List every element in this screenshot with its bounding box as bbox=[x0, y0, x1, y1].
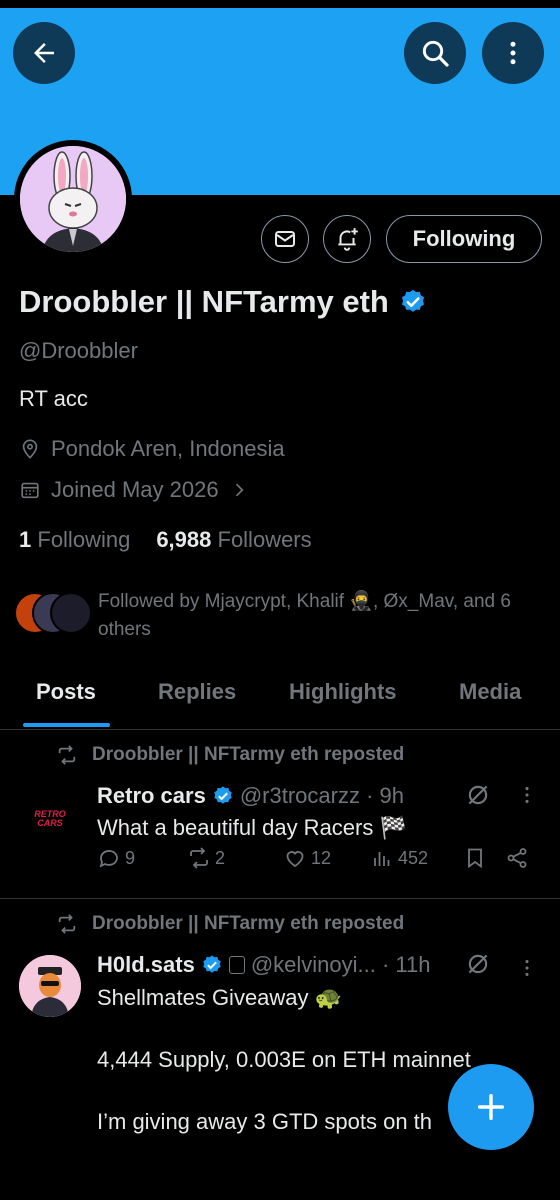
back-button[interactable] bbox=[13, 22, 75, 84]
profile-tabs: Posts Replies Highlights Media bbox=[0, 665, 560, 730]
active-tab-indicator bbox=[23, 723, 110, 727]
profile-avatar[interactable] bbox=[14, 140, 132, 258]
verified-badge-icon bbox=[212, 785, 234, 807]
post-item[interactable]: Droobbler || NFTarmy eth reposted RETRO … bbox=[0, 730, 560, 898]
chevron-right-icon bbox=[235, 483, 244, 497]
bookmark-icon[interactable] bbox=[463, 846, 487, 870]
location-text: Pondok Aren, Indonesia bbox=[51, 436, 285, 461]
more-vertical-icon[interactable] bbox=[516, 784, 538, 806]
repost-icon bbox=[58, 745, 76, 765]
location-pin-icon bbox=[22, 439, 38, 459]
more-vertical-icon bbox=[510, 41, 516, 65]
more-vertical-icon[interactable] bbox=[516, 957, 538, 979]
followers-label: Followers bbox=[217, 527, 312, 552]
views-icon bbox=[374, 852, 390, 866]
profile-name: Droobbler || NFTarmy eth bbox=[19, 284, 389, 319]
followers-count: 6,988 bbox=[156, 527, 212, 552]
status-bar bbox=[0, 0, 560, 8]
like-action[interactable]: 12 bbox=[283, 846, 331, 870]
followed-by-text: Followed by Mjaycrypt, Khalif 🥷, Øx_Mav,… bbox=[98, 591, 511, 640]
retro-cars-logo: RETRO CARS bbox=[34, 809, 66, 828]
repost-action[interactable]: 2 bbox=[187, 846, 225, 870]
reply-icon bbox=[99, 850, 118, 868]
views-count: 452 bbox=[398, 847, 429, 868]
following-button[interactable]: Following bbox=[386, 215, 542, 263]
mail-icon bbox=[275, 231, 295, 247]
post-text-line: Shellmates Giveaway 🐢 bbox=[97, 985, 343, 1010]
followed-by-avatars bbox=[14, 588, 92, 634]
reply-count: 9 bbox=[125, 847, 136, 868]
followers-stat[interactable]: 6,988 Followers bbox=[156, 527, 311, 553]
views-action[interactable]: 452 bbox=[370, 846, 428, 870]
post-author-name[interactable]: Retro cars bbox=[97, 783, 206, 809]
following-stat[interactable]: 1 Following bbox=[19, 527, 130, 553]
tab-highlights[interactable]: Highlights bbox=[289, 679, 397, 705]
search-icon bbox=[422, 40, 449, 67]
bell-plus-icon bbox=[338, 228, 358, 251]
repost-indicator: Droobbler || NFTarmy eth reposted bbox=[56, 913, 404, 935]
heart-icon bbox=[286, 851, 304, 868]
more-button[interactable] bbox=[482, 22, 544, 84]
tab-posts[interactable]: Posts bbox=[36, 679, 96, 705]
post-handle-time: @kelvinoyi... · 11h bbox=[250, 952, 431, 977]
repost-icon bbox=[58, 914, 76, 934]
post-text-line: I’m giving away 3 GTD spots on th bbox=[97, 1109, 433, 1134]
notifications-button[interactable] bbox=[323, 215, 371, 263]
grok-icon[interactable] bbox=[465, 951, 491, 977]
repost-text: Droobbler || NFTarmy eth reposted bbox=[92, 913, 405, 934]
repost-indicator: Droobbler || NFTarmy eth reposted bbox=[56, 744, 404, 766]
plus-icon bbox=[477, 1093, 505, 1121]
following-count: 1 bbox=[19, 527, 32, 552]
following-label: Following bbox=[37, 527, 131, 552]
message-button[interactable] bbox=[261, 215, 309, 263]
followed-by[interactable]: Followed by Mjaycrypt, Khalif 🥷, Øx_Mav,… bbox=[14, 588, 548, 644]
post-text-line: 4,444 Supply, 0.003E on ETH mainnet bbox=[97, 1047, 471, 1072]
repost-icon bbox=[190, 847, 208, 869]
verified-badge-icon bbox=[201, 954, 223, 976]
post-item[interactable]: Droobbler || NFTarmy eth reposted H0ld.s… bbox=[0, 899, 560, 1200]
avatar bbox=[20, 146, 126, 252]
profile-location: Pondok Aren, Indonesia bbox=[19, 436, 285, 462]
repost-text: Droobbler || NFTarmy eth reposted bbox=[92, 744, 405, 765]
post-header: H0ld.sats @kelvinoyi... · 11h bbox=[97, 952, 431, 978]
profile-joined[interactable]: Joined May 2026 bbox=[19, 477, 249, 503]
post-author-name[interactable]: H0ld.sats bbox=[97, 952, 195, 978]
joined-text: Joined May 2026 bbox=[51, 477, 219, 502]
post-text: What a beautiful day Racers 🏁 bbox=[97, 815, 407, 840]
share-icon[interactable] bbox=[505, 846, 529, 870]
post-author-avatar[interactable]: RETRO CARS bbox=[19, 788, 81, 850]
profile-name-row: Droobbler || NFTarmy eth bbox=[19, 284, 427, 320]
search-button[interactable] bbox=[404, 22, 466, 84]
grok-icon[interactable] bbox=[465, 782, 491, 808]
profile-handle: @Droobbler bbox=[19, 338, 138, 363]
post-handle-time: @r3trocarzz · 9h bbox=[239, 783, 404, 808]
like-count: 12 bbox=[311, 847, 332, 868]
tab-replies[interactable]: Replies bbox=[158, 679, 236, 705]
post-author-avatar[interactable] bbox=[19, 955, 81, 1017]
arrow-left-icon bbox=[34, 43, 54, 63]
reply-action[interactable]: 9 bbox=[97, 846, 135, 870]
compose-button[interactable] bbox=[448, 1064, 534, 1150]
post-header: Retro cars @r3trocarzz · 9h bbox=[97, 783, 404, 809]
avatar bbox=[50, 592, 92, 634]
affiliate-badge-icon bbox=[228, 956, 245, 974]
verified-badge-icon bbox=[399, 288, 427, 316]
follow-stats: 1 Following 6,988 Followers bbox=[19, 527, 312, 553]
profile-bio: RT acc bbox=[19, 386, 88, 411]
repost-count: 2 bbox=[215, 847, 226, 868]
tab-media[interactable]: Media bbox=[459, 679, 521, 705]
calendar-icon bbox=[21, 482, 39, 499]
